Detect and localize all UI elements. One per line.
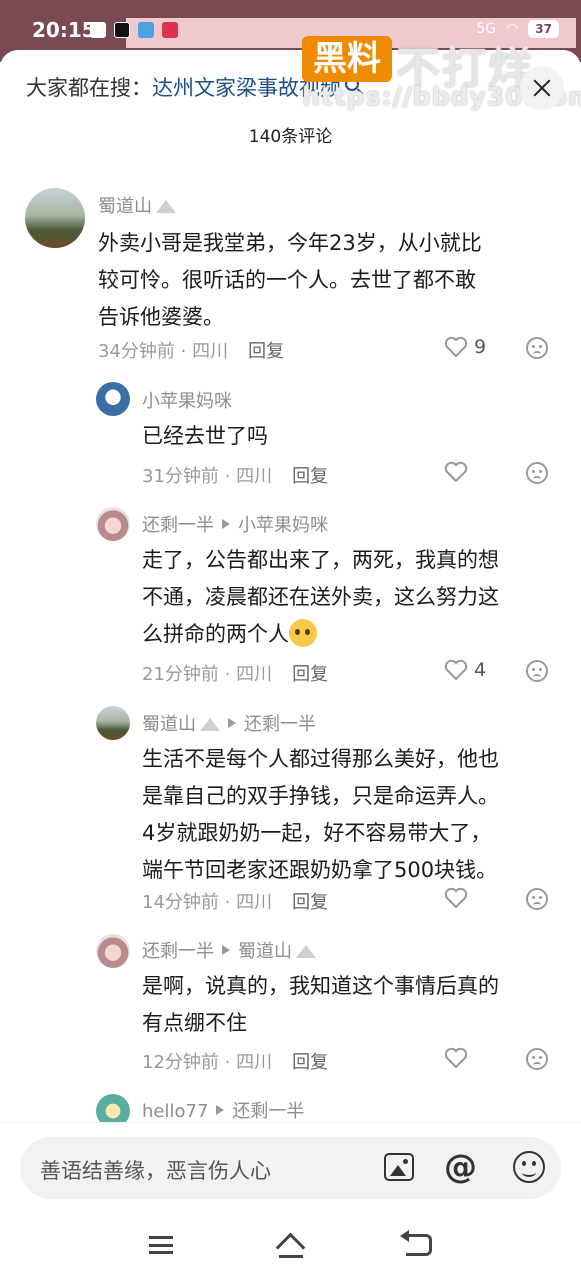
watermark-badge: 黑料	[302, 36, 392, 82]
comment-username[interactable]: 还剩一半 蜀道山	[142, 937, 316, 963]
comment-text: 是啊，说真的，我知道这个事情后真的 有点绷不住	[142, 974, 499, 1035]
status-time: 20:15	[32, 18, 96, 42]
reply-button[interactable]: 回复	[292, 466, 328, 487]
telegram-icon	[138, 22, 154, 38]
comment-meta: 12分钟前 · 四川 回复	[142, 1052, 329, 1073]
app-icon	[162, 22, 178, 38]
heart-icon[interactable]	[444, 461, 468, 483]
comment-username[interactable]: 小苹果妈咪	[142, 387, 232, 413]
notification-icons	[90, 22, 178, 38]
menu-icon[interactable]	[149, 1236, 173, 1254]
mountain-icon	[156, 200, 176, 213]
comment-username[interactable]: 还剩一半 小苹果妈咪	[142, 511, 328, 537]
reply-arrow-icon	[222, 945, 230, 955]
wechat-icon	[90, 22, 106, 38]
comment-text: 生活不是每个人都过得那么美好，他也 是靠自己的双手挣钱，只是命运弄人。 4岁就跟…	[142, 747, 499, 882]
comment-meta: 21分钟前 · 四川 回复	[142, 664, 329, 685]
comment-input[interactable]: 善语结善缘，恶言伤人心 @	[20, 1137, 561, 1199]
search-prefix: 大家都在搜：	[26, 76, 152, 100]
comment-meta: 14分钟前 · 四川 回复	[142, 892, 329, 913]
like-count: 4	[474, 659, 487, 681]
emoji-icon[interactable]	[513, 1151, 545, 1183]
comment-text: 已经去世了吗	[142, 424, 268, 448]
avatar[interactable]	[96, 706, 130, 740]
comment-input-bar: 善语结善缘，恶言伤人心 @	[0, 1122, 581, 1202]
heart-icon[interactable]	[444, 336, 468, 358]
comment-input-placeholder: 善语结善缘，恶言伤人心	[40, 1159, 271, 1183]
heart-icon[interactable]	[444, 1047, 468, 1069]
like-count: 9	[474, 336, 487, 358]
comment-meta: 31分钟前 · 四川 回复	[142, 466, 329, 487]
pleading-face-icon	[289, 619, 317, 647]
back-icon[interactable]	[400, 1230, 432, 1256]
comment-count: 140条评论	[248, 127, 333, 147]
mountain-icon	[296, 945, 316, 958]
home-icon[interactable]	[276, 1234, 306, 1258]
close-icon[interactable]	[520, 66, 564, 110]
comment-username[interactable]: hello77 还剩一半	[142, 1097, 304, 1123]
dislike-icon[interactable]	[526, 888, 548, 910]
dislike-icon[interactable]	[526, 337, 548, 359]
mountain-icon	[200, 718, 220, 731]
comment-text: 走了，公告都出来了，两死，我真的想 不通，凌晨都还在送外卖，这么努力这 么拼命的…	[142, 548, 499, 647]
avatar[interactable]	[96, 507, 130, 541]
reply-arrow-icon	[216, 1105, 225, 1115]
reply-button[interactable]: 回复	[292, 892, 328, 913]
image-icon[interactable]	[384, 1153, 414, 1181]
reply-arrow-icon	[222, 519, 230, 529]
system-nav-bar	[0, 1210, 581, 1280]
avatar[interactable]	[96, 934, 130, 968]
at-mention-icon[interactable]: @	[444, 1147, 477, 1186]
dislike-icon[interactable]	[526, 660, 548, 682]
reply-button[interactable]: 回复	[292, 664, 328, 685]
heart-icon[interactable]	[444, 887, 468, 909]
comment-username[interactable]: 蜀道山 还剩一半	[142, 710, 316, 736]
heart-icon[interactable]	[444, 659, 468, 681]
dislike-icon[interactable]	[526, 462, 548, 484]
tiktok-icon	[114, 22, 130, 38]
reply-button[interactable]: 回复	[248, 341, 284, 362]
avatar[interactable]	[25, 188, 85, 248]
comment-text: 外卖小哥是我堂弟，今年23岁，从小就比 较可怜。很听话的一个人。去世了都不敢 告…	[98, 231, 482, 329]
comment-meta: 34分钟前 · 四川 回复	[98, 341, 285, 362]
comment-username[interactable]: 蜀道山	[98, 192, 176, 218]
dislike-icon[interactable]	[526, 1048, 548, 1070]
reply-arrow-icon	[228, 718, 236, 728]
reply-button[interactable]: 回复	[292, 1052, 328, 1073]
avatar[interactable]	[96, 382, 130, 416]
